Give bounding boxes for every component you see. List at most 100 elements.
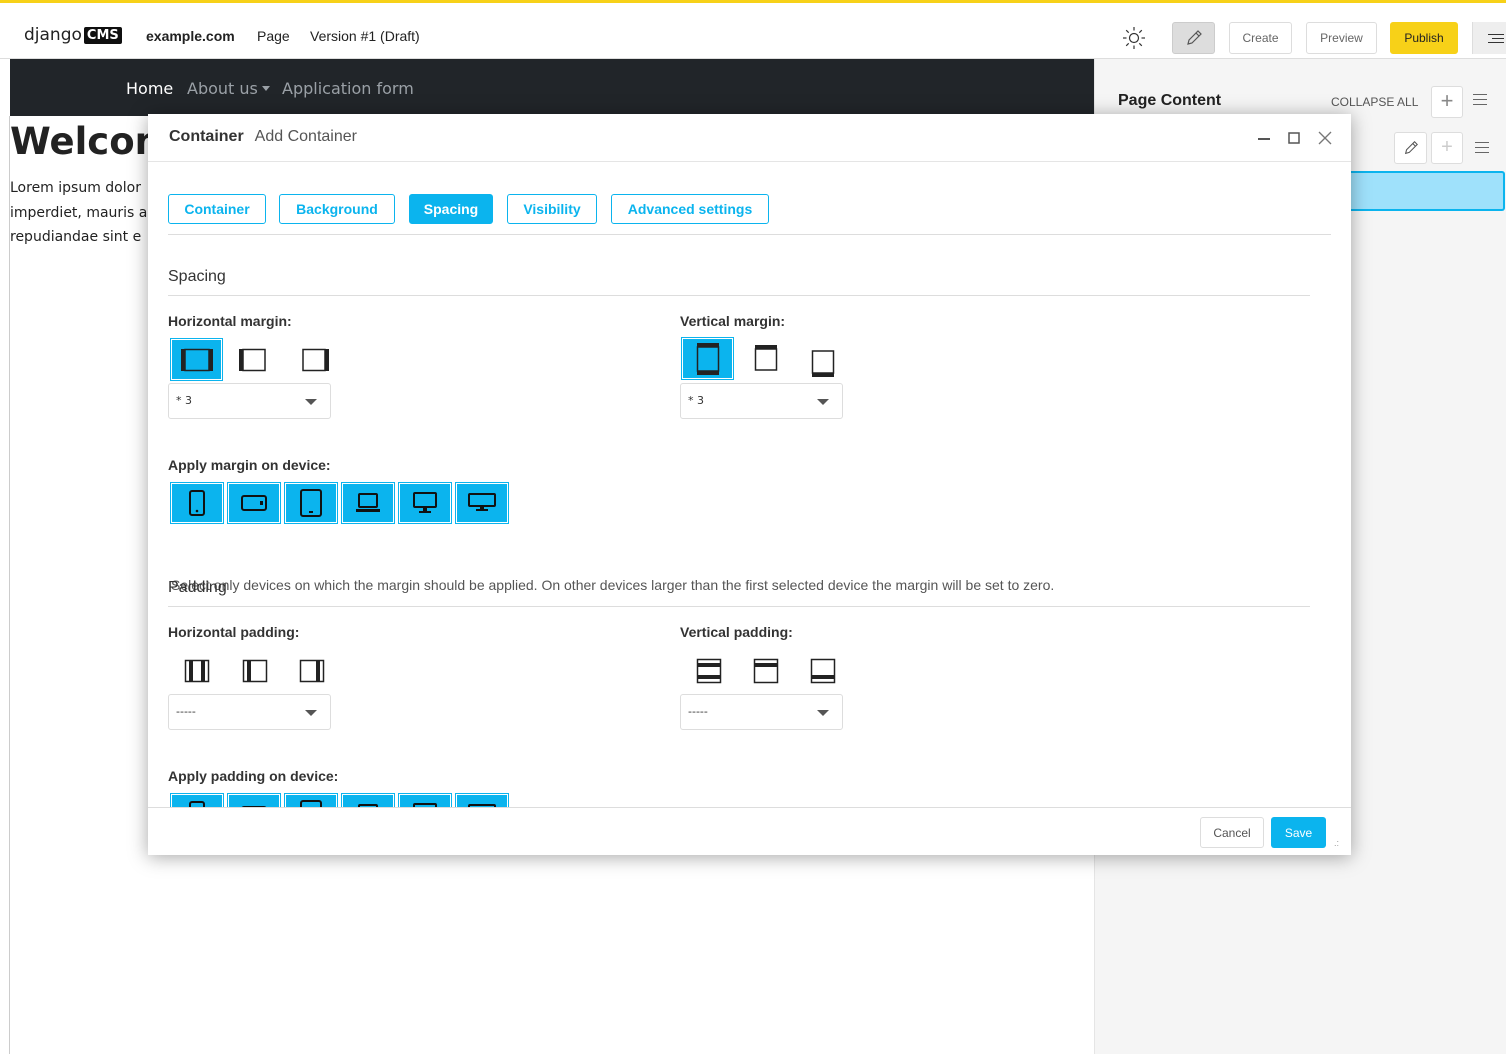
vertical-padding-select[interactable]: ----- [680,694,843,730]
minimize-icon[interactable] [1256,130,1272,146]
drag-handle-icon[interactable] [1473,94,1487,109]
device-desktop-option[interactable] [398,793,452,807]
modal-header: Container Add Container [148,114,1351,162]
django-cms-logo[interactable]: django CMS [24,25,122,45]
sidebar-title: Page Content [1118,92,1222,109]
margin-top-bottom-icon [696,342,719,375]
selected-plugin-placeholder[interactable] [1351,171,1505,211]
nav-about-dropdown[interactable]: About us [187,79,270,98]
padding-both-sides-icon [184,659,209,682]
cms-toolbar: django CMS example.com Page Version #1 (D… [0,0,1506,59]
margin-top-icon [754,344,777,371]
padding-vertical-both-option[interactable] [682,649,735,692]
desktop-icon [413,492,437,513]
cancel-button[interactable]: Cancel [1200,817,1264,848]
device-tablet-option[interactable] [284,482,338,524]
resize-handle-icon[interactable]: .: [1334,838,1339,848]
tablet-icon [300,800,322,807]
publish-button[interactable]: Publish [1390,22,1458,54]
nav-home-link[interactable]: Home [126,79,173,98]
device-phone-option[interactable] [170,482,224,524]
tablet-landscape-icon [241,495,267,511]
preview-button[interactable]: Preview [1306,22,1377,54]
tab-advanced-settings[interactable]: Advanced settings [611,194,769,224]
menu-icon [1488,34,1504,35]
site-navbar: Home About us Application form [10,59,1094,116]
padding-section-title: Padding [168,579,227,596]
edit-mode-button[interactable] [1172,22,1215,54]
padding-bottom-option[interactable] [796,649,849,692]
device-wide-desktop-option[interactable] [455,793,509,807]
add-child-plugin-button[interactable]: + [1431,132,1463,164]
collapse-all-button[interactable]: COLLAPSE ALL [1331,95,1418,109]
site-menu[interactable]: example.com [146,28,235,44]
nav-application-form-link[interactable]: Application form [282,79,414,98]
device-laptop-option[interactable] [341,793,395,807]
margin-top-option[interactable] [739,337,792,380]
add-plugin-button[interactable]: + [1431,86,1463,118]
padding-right-option[interactable] [285,649,338,692]
horizontal-margin-select[interactable]: * 3 [168,383,331,419]
device-tablet-landscape-option[interactable] [227,482,281,524]
breadcrumb-item[interactable]: Container [169,128,244,145]
version-menu[interactable]: Version #1 (Draft) [310,28,420,44]
padding-horizontal-both-option[interactable] [170,649,223,692]
padding-top-option[interactable] [739,649,792,692]
modal-body: Container Background Spacing Visibility … [148,163,1351,807]
padding-top-bottom-icon [696,658,721,683]
laptop-icon [356,493,380,512]
spacing-section-title: Spacing [168,268,226,285]
vertical-margin-label: Vertical margin: [680,313,786,329]
margin-right-option[interactable] [288,338,341,381]
create-button[interactable]: Create [1229,22,1292,54]
padding-top-icon [753,658,778,683]
tab-visibility[interactable]: Visibility [507,194,597,224]
device-tablet-landscape-option[interactable] [227,793,281,807]
margin-bottom-icon [811,349,834,377]
horizontal-padding-select[interactable]: ----- [168,694,331,730]
divider [168,295,1310,296]
save-button[interactable]: Save [1271,817,1326,848]
tab-container[interactable]: Container [168,194,266,224]
device-desktop-option[interactable] [398,482,452,524]
settings-tabs: Container Background Spacing Visibility … [168,194,1331,235]
edit-plugin-button[interactable] [1394,132,1427,164]
pencil-icon [1186,30,1202,45]
sun-icon[interactable] [1122,26,1146,50]
page-border [9,116,10,1054]
close-icon[interactable] [1317,130,1333,146]
margin-device-help-text: Select only devices on which the margin … [171,577,1055,593]
padding-left-option[interactable] [228,649,281,692]
chevron-down-icon [305,710,317,716]
chevron-down-icon [305,399,317,405]
margin-left-option[interactable] [226,338,279,381]
margin-horizontal-both-option[interactable] [170,338,223,381]
tab-spacing[interactable]: Spacing [409,194,493,224]
tab-background[interactable]: Background [279,194,395,224]
maximize-icon[interactable] [1286,130,1302,146]
device-wide-desktop-option[interactable] [455,482,509,524]
caret-down-icon [261,86,270,91]
margin-vertical-both-option[interactable] [681,337,734,380]
drag-handle-icon[interactable] [1475,142,1489,157]
device-tablet-option[interactable] [284,793,338,807]
page-menu[interactable]: Page [257,28,290,44]
page-body-text: Lorem ipsum dolor imperdiet, mauris a re… [10,180,148,245]
apply-margin-device-label: Apply margin on device: [168,457,331,473]
vertical-margin-select[interactable]: * 3 [680,383,843,419]
sidebar-toggle-button[interactable] [1472,22,1506,54]
vertical-padding-label: Vertical padding: [680,624,793,640]
margin-bottom-option[interactable] [796,341,849,384]
chevron-down-icon [817,399,829,405]
padding-right-icon [299,659,324,682]
device-phone-option[interactable] [170,793,224,807]
phone-icon [189,490,205,516]
horizontal-margin-label: Horizontal margin: [168,313,292,329]
add-container-modal: Container Add Container Container Backgro… [148,114,1351,855]
device-laptop-option[interactable] [341,482,395,524]
wide-desktop-icon [468,493,496,511]
divider [168,606,1310,607]
plugin-row: + [1351,129,1506,171]
padding-left-icon [242,659,267,682]
margin-right-icon [301,348,329,371]
